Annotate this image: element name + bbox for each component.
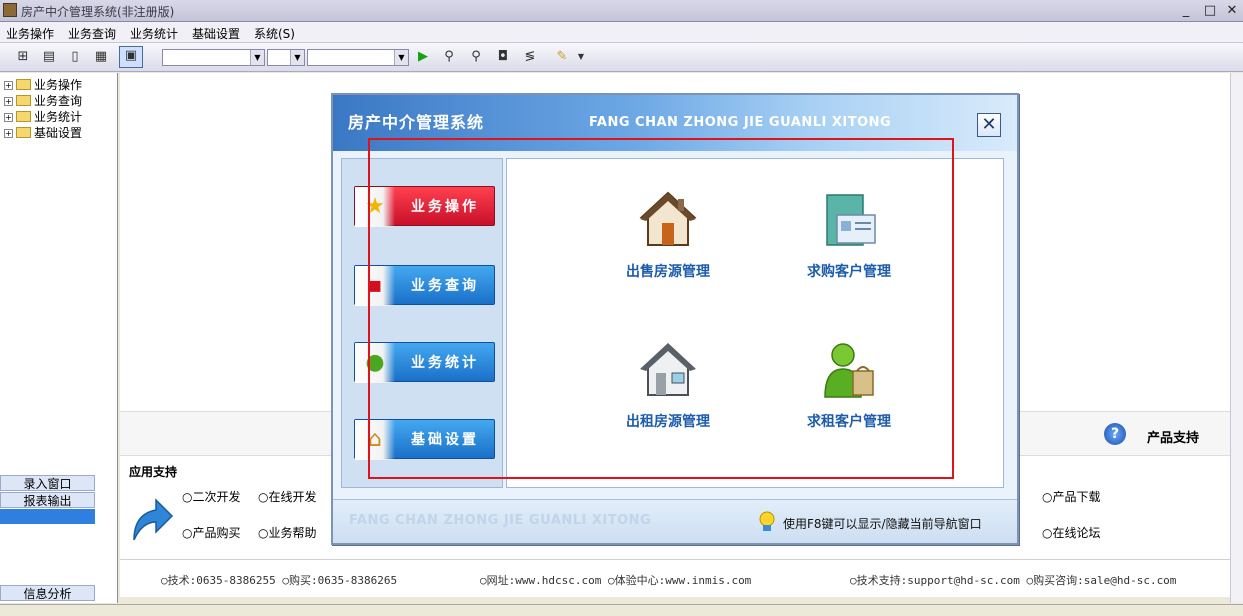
expand-icon[interactable]: + [4,81,13,90]
tree-item-business-stats[interactable]: + 业务统计 [4,108,82,124]
menu-bar: 业务操作 业务查询 业务统计 基础设置 系统(S) [0,22,1243,43]
dialog-close-button[interactable]: ✕ [977,113,1001,137]
toolbar: ⊞ ▤ ▯ ▦ ▣ ▼ ▼ ▼ ▶ ⚲ ⚲ ◘ ≶ ✎ ▼ [0,43,1243,72]
dialog-title-english: FANG CHAN ZHONG JIE GUANLI XITONG [589,115,892,130]
sort-icon[interactable]: ≶ [521,48,539,66]
form-view-icon[interactable]: ▤ [40,48,58,66]
menu-system[interactable]: 系统(S) [254,25,295,42]
link-online-forum[interactable]: ○在线论坛 [1042,524,1101,541]
filter-combo-1[interactable]: ▼ [162,49,265,66]
help-icon[interactable]: ? [1104,423,1126,445]
link-business-help[interactable]: ○业务帮助 [258,524,317,541]
document-icon[interactable]: ▯ [66,48,84,66]
dialog-footer: FANG CHAN ZHONG JIE GUANLI XITONG 使用F8键可… [333,499,1017,543]
zoom-icon[interactable]: ◘ [494,48,512,66]
pencil-icon[interactable]: ✎ [553,48,571,66]
folder-open-icon [16,79,31,90]
menu-basic-settings[interactable]: 基础设置 [192,25,240,42]
lightbulb-icon [757,511,777,533]
vertical-scrollbar[interactable] [1230,73,1243,603]
navigator-toggle-icon[interactable]: ▣ [119,46,143,68]
contact-footer: ○技术:0635-8386255 ○购买:0635-8386265 ○网址:ww… [120,559,1230,597]
title-bar: 房产中介管理系统(非注册版) _ □ ✕ [0,0,1243,22]
selected-side-panel[interactable] [0,509,95,524]
folder-icon [16,111,31,122]
expand-icon[interactable]: + [4,113,13,122]
dialog-footer-english: FANG CHAN ZHONG JIE GUANLI XITONG [349,513,652,528]
status-bar [0,604,1243,616]
close-button[interactable]: ✕ [1221,3,1243,19]
arrow-icon [130,496,174,542]
report-output-button[interactable]: 报表输出 [0,492,95,508]
expand-icon[interactable]: + [4,97,13,106]
filter-combo-3[interactable]: ▼ [307,49,409,66]
search-icon[interactable]: ⚲ [467,48,485,66]
product-support-label[interactable]: 产品支持 [1147,427,1199,446]
tree-item-business-query[interactable]: + 业务查询 [4,92,82,108]
link-secondary-dev[interactable]: ○二次开发 [182,488,241,505]
chart-icon[interactable]: ▦ [92,48,110,66]
filter-combo-2[interactable]: ▼ [267,49,305,66]
window-title: 房产中介管理系统(非注册版) [21,5,175,19]
app-icon [3,3,17,17]
highlight-frame [368,138,954,479]
maximize-button[interactable]: □ [1199,3,1221,19]
info-analysis-button[interactable]: 信息分析 [0,585,95,601]
play-icon[interactable]: ▶ [414,48,432,66]
app-support-heading: 应用支持 [129,465,178,479]
binoculars-icon[interactable]: ⚲ [440,48,458,66]
email-contacts[interactable]: ○技术支持:support@hd-sc.com ○购买咨询:sale@hd-sc… [850,572,1176,588]
folder-icon [16,95,31,106]
tech-phone: ○技术:0635-8386255 ○购买:0635-8386265 [161,574,398,587]
navigation-tree-pane: + 业务操作 + 业务查询 + 业务统计 + 基础设置 录入窗口 报表输出 信息分析 [0,73,118,603]
tree-item-basic-settings[interactable]: + 基础设置 [4,124,82,140]
dialog-tip: 使用F8键可以显示/隐藏当前导航窗口 [783,517,982,531]
folder-icon [16,127,31,138]
menu-business-stats[interactable]: 业务统计 [130,25,178,42]
menu-business-query[interactable]: 业务查询 [68,25,116,42]
dialog-title: 房产中介管理系统 [348,113,485,132]
chevron-down-icon[interactable]: ▼ [572,48,590,66]
website-link[interactable]: ○网址:www.hdcsc.com ○体验中心:www.inmis.com [480,572,751,588]
link-purchase[interactable]: ○产品购买 [182,524,241,541]
expand-icon[interactable]: + [4,129,13,138]
link-product-download[interactable]: ○产品下载 [1042,488,1101,505]
entry-window-button[interactable]: 录入窗口 [0,475,95,491]
menu-business-ops[interactable]: 业务操作 [6,25,54,42]
tree-view-icon[interactable]: ⊞ [14,48,32,66]
link-online-dev[interactable]: ○在线开发 [258,488,317,505]
tree-item-business-ops[interactable]: + 业务操作 [4,76,82,92]
minimize-button[interactable]: _ [1175,3,1197,19]
